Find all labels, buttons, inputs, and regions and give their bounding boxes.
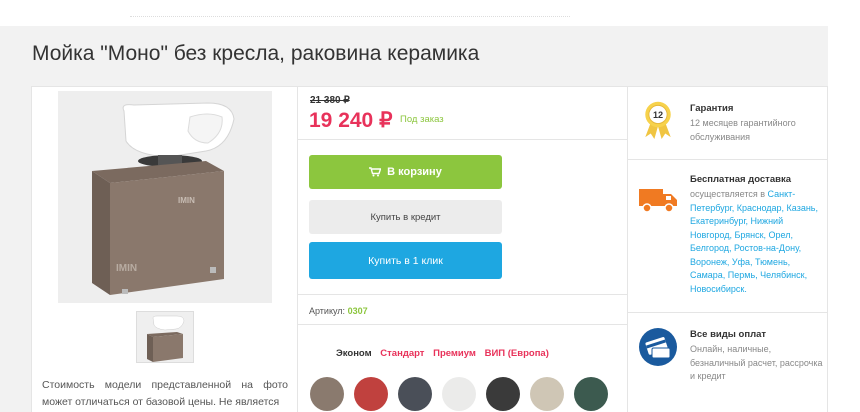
guarantee-badge-icon: 12 xyxy=(645,101,671,139)
right-strip xyxy=(828,26,860,412)
article-label: Артикул: xyxy=(309,306,346,316)
thumbnail-illustration xyxy=(137,312,193,362)
delivery-text: осуществляется в Санкт-Петербург, Красно… xyxy=(690,188,824,296)
one-click-buy-button[interactable]: Купить в 1 клик xyxy=(309,242,502,279)
info-column: 12 Гарантия 12 месяцев гарантийного обсл… xyxy=(628,86,828,412)
guarantee-text: 12 месяцев гарантийного обслуживания xyxy=(690,118,796,142)
old-price: 21 380 ₽ xyxy=(310,95,350,106)
tab-vip[interactable]: ВИП (Европа) xyxy=(485,348,549,359)
tab-premium[interactable]: Премиум xyxy=(433,348,476,359)
add-to-cart-label: В корзину xyxy=(387,166,442,178)
delivery-truck-icon xyxy=(639,189,677,213)
image-disclaimer: Стоимость модели представленной на фото … xyxy=(42,379,288,408)
svg-text:IMIN: IMIN xyxy=(178,196,195,205)
image-column: IMIN IMIN Стоимость модели представленно… xyxy=(32,87,298,412)
cart-icon xyxy=(369,167,382,177)
product-panel: IMIN IMIN Стоимость модели представленно… xyxy=(31,86,629,412)
delivery-text-prefix: осуществляется в xyxy=(690,189,768,199)
article-number: Артикул: 0307 xyxy=(309,306,368,316)
color-swatch[interactable] xyxy=(574,377,608,411)
guarantee-block: 12 Гарантия 12 месяцев гарантийного обсл… xyxy=(628,87,828,160)
buy-on-credit-label: Купить в кредит xyxy=(370,211,441,223)
article-value: 0307 xyxy=(347,306,368,316)
tab-standard[interactable]: Стандарт xyxy=(380,348,424,359)
guarantee-badge-number: 12 xyxy=(653,110,663,120)
color-swatch[interactable] xyxy=(442,377,476,411)
color-swatch[interactable] xyxy=(486,377,520,411)
payment-card-icon xyxy=(639,328,677,366)
product-image[interactable]: IMIN IMIN xyxy=(58,91,272,303)
page: Мойка "Моно" без кресла, раковина керами… xyxy=(0,0,860,412)
color-swatches xyxy=(310,377,625,412)
tab-econom[interactable]: Эконом xyxy=(336,348,372,359)
color-swatch[interactable] xyxy=(398,377,432,411)
add-to-cart-button[interactable]: В корзину xyxy=(309,155,502,189)
product-thumbnail[interactable] xyxy=(136,311,194,363)
top-strip xyxy=(0,0,860,26)
color-swatch[interactable] xyxy=(530,377,564,411)
class-tabs: Эконом Стандарт Премиум ВИП (Европа) xyxy=(336,348,555,359)
color-swatch[interactable] xyxy=(310,377,344,411)
divider xyxy=(298,294,629,295)
divider xyxy=(298,324,629,325)
availability-status: Под заказ xyxy=(400,114,444,125)
payment-heading: Все виды оплат xyxy=(690,329,767,340)
delivery-heading: Бесплатная доставка xyxy=(690,174,791,185)
one-click-buy-label: Купить в 1 клик xyxy=(368,254,443,267)
price: 19 240 ₽ xyxy=(309,109,393,132)
payment-block: Все виды оплат Онлайн, наличные, безнали… xyxy=(628,313,828,412)
delivery-block: Бесплатная доставка осуществляется в Сан… xyxy=(628,160,828,313)
guarantee-heading: Гарантия xyxy=(690,103,734,114)
page-title: Мойка "Моно" без кресла, раковина керами… xyxy=(32,42,480,65)
delivery-cities-link[interactable]: Санкт-Петербург, Краснодар, Казань, Екат… xyxy=(690,189,818,294)
payment-text: Онлайн, наличные, безналичный расчет, ра… xyxy=(690,344,823,381)
sink-illustration: IMIN IMIN xyxy=(58,91,272,303)
color-swatch[interactable] xyxy=(354,377,388,411)
divider xyxy=(298,139,629,140)
svg-text:IMIN: IMIN xyxy=(116,263,137,274)
buy-on-credit-button[interactable]: Купить в кредит xyxy=(309,200,502,234)
buy-column: 21 380 ₽ 19 240 ₽ Под заказ В корзину Ку… xyxy=(298,87,629,412)
